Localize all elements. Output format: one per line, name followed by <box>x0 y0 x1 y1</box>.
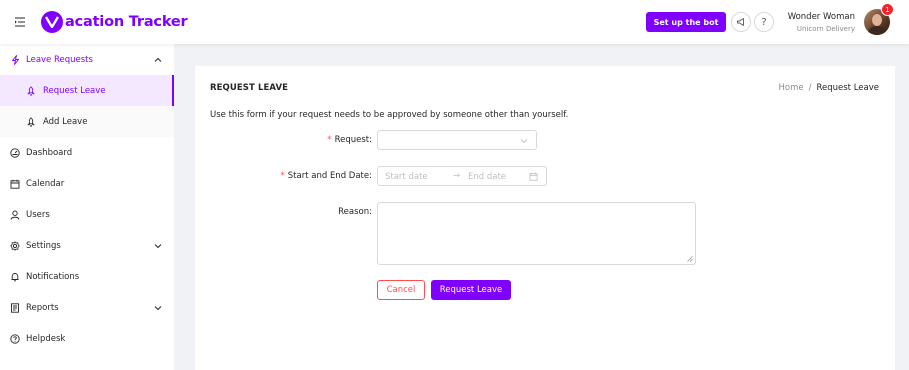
label-colon: : <box>369 207 372 217</box>
required-mark: * <box>280 171 285 181</box>
user-company: Unicorn Delivery <box>796 25 855 33</box>
logo-mark-icon <box>41 11 63 33</box>
sidebar: Leave Requests Request Leave Add Leave D… <box>0 44 174 370</box>
announcement-button[interactable] <box>731 12 751 32</box>
label-colon: : <box>369 171 372 181</box>
breadcrumb-separator: / <box>808 83 812 93</box>
end-date-input[interactable]: End date <box>468 172 506 182</box>
sidebar-item-label: Users <box>26 209 50 220</box>
sidebar-item-label: Add Leave <box>43 116 88 127</box>
lightning-icon <box>10 54 20 65</box>
reason-label: Reason: <box>338 207 372 217</box>
request-label: * Request: <box>327 135 372 145</box>
sidebar-item-label: Notifications <box>26 271 80 282</box>
chevron-up-icon <box>154 57 162 62</box>
sidebar-item-label: Reports <box>26 302 59 313</box>
sidebar-group-leave-requests[interactable]: Leave Requests <box>0 44 174 75</box>
cancel-button[interactable]: Cancel <box>377 280 425 300</box>
dashboard-icon <box>10 147 20 158</box>
user-icon <box>10 210 20 220</box>
page-title: REQUEST LEAVE <box>210 83 289 93</box>
required-mark: * <box>327 135 332 145</box>
report-icon <box>10 302 20 313</box>
sidebar-item-label: Calendar <box>26 178 65 189</box>
sidebar-item-add-leave[interactable]: Add Leave <box>0 106 174 137</box>
sidebar-item-dashboard[interactable]: Dashboard <box>0 137 174 168</box>
app-logo[interactable]: acation Tracker <box>41 11 188 33</box>
calendar-icon <box>10 179 20 189</box>
avatar-body <box>868 26 886 35</box>
user-name[interactable]: Wonder Woman <box>788 12 855 22</box>
sidebar-item-label: Request Leave <box>43 85 106 96</box>
breadcrumb-current: Request Leave <box>816 83 879 93</box>
avatar-face <box>872 14 882 26</box>
resize-handle-icon[interactable] <box>687 256 693 262</box>
reason-label-text: Reason <box>338 207 370 217</box>
question-icon: ? <box>761 16 767 28</box>
sidebar-item-helpdesk[interactable]: Helpdesk <box>0 323 174 354</box>
request-select[interactable] <box>377 130 537 150</box>
sidebar-item-users[interactable]: Users <box>0 199 174 230</box>
request-leave-card: REQUEST LEAVE Home / Request Leave Use t… <box>195 66 895 370</box>
sidebar-item-settings[interactable]: Settings <box>0 230 174 261</box>
date-range-picker[interactable]: Start date → End date <box>377 166 547 186</box>
sidebar-item-label: Helpdesk <box>26 333 66 344</box>
label-colon: : <box>369 135 372 145</box>
rocket-icon <box>26 116 36 127</box>
logo-text: acation Tracker <box>65 14 188 30</box>
sidebar-item-label: Leave Requests <box>26 54 93 65</box>
sidebar-item-request-leave[interactable]: Request Leave <box>0 75 174 106</box>
arrow-right-icon: → <box>453 171 461 181</box>
help-button[interactable]: ? <box>754 12 774 32</box>
breadcrumb-home-link[interactable]: Home <box>779 83 804 93</box>
request-label-text: Request <box>334 135 370 145</box>
chevron-down-icon <box>154 244 162 249</box>
request-leave-button[interactable]: Request Leave <box>431 280 511 300</box>
start-date-input[interactable]: Start date <box>385 172 428 182</box>
top-header: acation Tracker Set up the bot ? Wonder … <box>0 0 909 44</box>
dates-label-text: Start and End Date <box>287 171 370 181</box>
chevron-down-icon <box>154 306 162 311</box>
notification-badge[interactable]: 1 <box>881 3 894 16</box>
sidebar-item-label: Settings <box>26 240 61 251</box>
dates-label: * Start and End Date: <box>281 171 372 181</box>
sidebar-item-notifications[interactable]: Notifications <box>0 261 174 292</box>
sidebar-item-reports[interactable]: Reports <box>0 292 174 323</box>
question-circle-icon <box>10 333 20 344</box>
chevron-down-icon <box>520 139 528 144</box>
sidebar-item-calendar[interactable]: Calendar <box>0 168 174 199</box>
form-intro-text: Use this form if your request needs to b… <box>210 110 569 120</box>
calendar-icon <box>529 172 538 181</box>
set-up-bot-button[interactable]: Set up the bot <box>646 12 726 32</box>
rocket-icon <box>26 85 36 96</box>
gear-icon <box>10 240 20 251</box>
breadcrumb: Home / Request Leave <box>779 83 880 93</box>
sidebar-item-label: Dashboard <box>26 147 73 158</box>
menu-fold-icon[interactable] <box>14 16 26 28</box>
bell-icon <box>10 272 20 282</box>
megaphone-icon <box>737 18 744 26</box>
reason-textarea[interactable] <box>377 202 696 265</box>
